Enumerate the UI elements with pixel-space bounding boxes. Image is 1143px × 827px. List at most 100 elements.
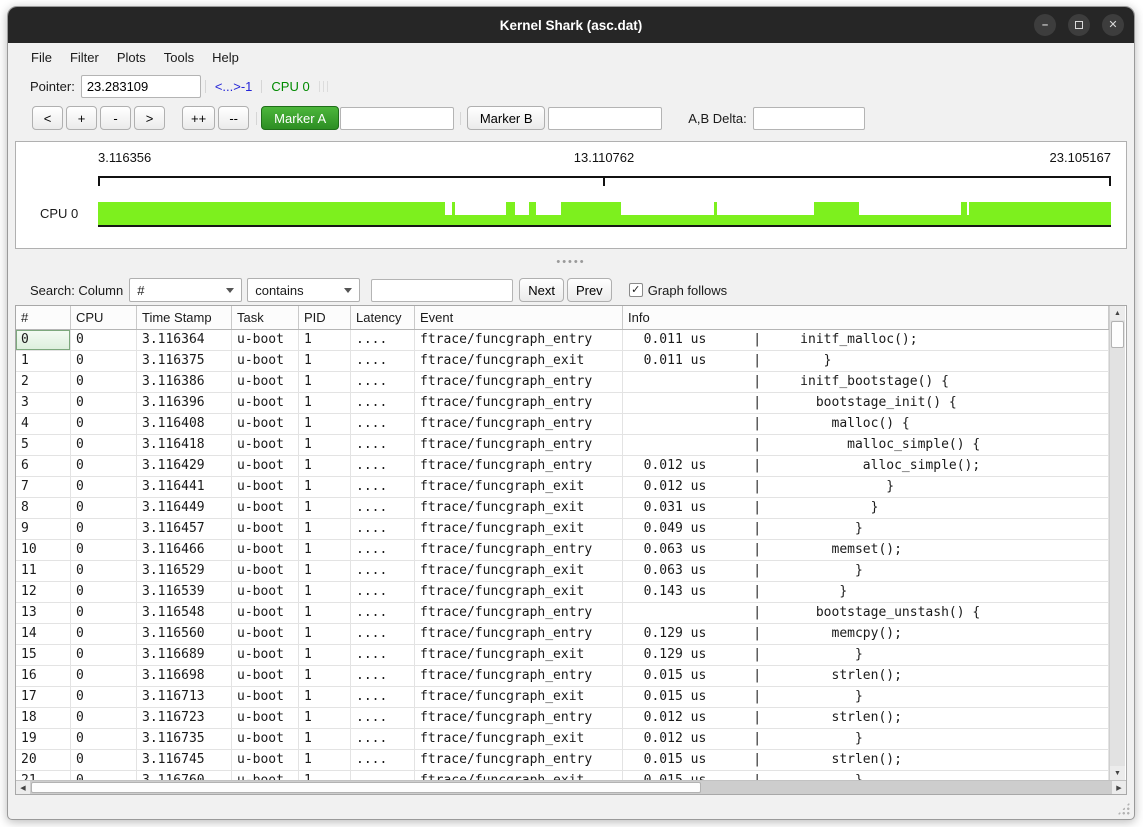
cell-event[interactable]: ftrace/funcgraph_exit	[415, 729, 623, 749]
cell-timestamp[interactable]: 3.116375	[137, 351, 232, 371]
menu-item-tools[interactable]: Tools	[155, 46, 203, 69]
cell-info[interactable]: 0.015 us | strlen();	[623, 666, 1109, 686]
cell-latency[interactable]: ....	[351, 645, 415, 665]
cell-task[interactable]: u-boot	[232, 645, 299, 665]
cell-event[interactable]: ftrace/funcgraph_entry	[415, 666, 623, 686]
cell-timestamp[interactable]: 3.116539	[137, 582, 232, 602]
maximize-button[interactable]	[1068, 14, 1090, 36]
table-row[interactable]: 1703.116713u-boot1....ftrace/funcgraph_e…	[16, 687, 1109, 708]
cell-timestamp[interactable]: 3.116386	[137, 372, 232, 392]
cell-info[interactable]: 0.063 us | }	[623, 561, 1109, 581]
cell-latency[interactable]: ....	[351, 561, 415, 581]
column-select[interactable]: #	[129, 278, 242, 302]
cell-info[interactable]: 0.012 us | alloc_simple();	[623, 456, 1109, 476]
cell-cpu[interactable]: 0	[71, 414, 137, 434]
column-header--[interactable]: #	[16, 306, 71, 329]
cell-latency[interactable]: ....	[351, 393, 415, 413]
cell-index[interactable]: 0	[16, 330, 71, 350]
cell-pid[interactable]: 1	[299, 666, 351, 686]
cell-cpu[interactable]: 0	[71, 750, 137, 770]
table-row[interactable]: 1903.116735u-boot1....ftrace/funcgraph_e…	[16, 729, 1109, 750]
cell-latency[interactable]: ....	[351, 372, 415, 392]
cell-event[interactable]: ftrace/funcgraph_entry	[415, 750, 623, 770]
cell-index[interactable]: 6	[16, 456, 71, 476]
cell-cpu[interactable]: 0	[71, 435, 137, 455]
cell-latency[interactable]: ....	[351, 687, 415, 707]
cell-event[interactable]: ftrace/funcgraph_exit	[415, 645, 623, 665]
cell-index[interactable]: 7	[16, 477, 71, 497]
cell-cpu[interactable]: 0	[71, 666, 137, 686]
cell-info[interactable]: 0.012 us | strlen();	[623, 708, 1109, 728]
cell-info[interactable]: 0.015 us | }	[623, 771, 1109, 780]
cell-cpu[interactable]: 0	[71, 645, 137, 665]
cell-latency[interactable]: ....	[351, 330, 415, 350]
table-row[interactable]: 703.116441u-boot1....ftrace/funcgraph_ex…	[16, 477, 1109, 498]
prev-button[interactable]: Prev	[567, 278, 612, 302]
shift-left-button[interactable]: <	[32, 106, 63, 130]
ab-delta-input[interactable]	[753, 107, 865, 130]
column-header-pid[interactable]: PID	[299, 306, 351, 329]
cell-info[interactable]: 0.031 us | }	[623, 498, 1109, 518]
cell-pid[interactable]: 1	[299, 624, 351, 644]
cell-task[interactable]: u-boot	[232, 351, 299, 371]
cell-timestamp[interactable]: 3.116548	[137, 603, 232, 623]
table-row[interactable]: 603.116429u-boot1....ftrace/funcgraph_en…	[16, 456, 1109, 477]
cell-timestamp[interactable]: 3.116723	[137, 708, 232, 728]
cell-event[interactable]: ftrace/funcgraph_entry	[415, 393, 623, 413]
cell-info[interactable]: | initf_bootstage() {	[623, 372, 1109, 392]
cell-cpu[interactable]: 0	[71, 561, 137, 581]
cell-pid[interactable]: 1	[299, 456, 351, 476]
cell-timestamp[interactable]: 3.116408	[137, 414, 232, 434]
column-header-info[interactable]: Info	[623, 306, 1109, 329]
cell-pid[interactable]: 1	[299, 519, 351, 539]
cell-event[interactable]: ftrace/funcgraph_exit	[415, 687, 623, 707]
zoom-in-button[interactable]: +	[66, 106, 97, 130]
table-row[interactable]: 403.116408u-boot1....ftrace/funcgraph_en…	[16, 414, 1109, 435]
cell-task[interactable]: u-boot	[232, 519, 299, 539]
cell-timestamp[interactable]: 3.116713	[137, 687, 232, 707]
cell-event[interactable]: ftrace/funcgraph_entry	[415, 330, 623, 350]
cell-task[interactable]: u-boot	[232, 372, 299, 392]
cell-task[interactable]: u-boot	[232, 540, 299, 560]
cell-task[interactable]: u-boot	[232, 624, 299, 644]
cell-task[interactable]: u-boot	[232, 750, 299, 770]
cell-event[interactable]: ftrace/funcgraph_entry	[415, 435, 623, 455]
cell-event[interactable]: ftrace/funcgraph_entry	[415, 456, 623, 476]
cell-cpu[interactable]: 0	[71, 330, 137, 350]
cell-info[interactable]: 0.015 us | strlen();	[623, 750, 1109, 770]
cell-timestamp[interactable]: 3.116396	[137, 393, 232, 413]
cell-info[interactable]: | bootstage_unstash() {	[623, 603, 1109, 623]
table-row[interactable]: 103.116375u-boot1....ftrace/funcgraph_ex…	[16, 351, 1109, 372]
table-row[interactable]: 803.116449u-boot1....ftrace/funcgraph_ex…	[16, 498, 1109, 519]
cell-task[interactable]: u-boot	[232, 393, 299, 413]
cell-pid[interactable]: 1	[299, 372, 351, 392]
cpu0-activity-graph[interactable]	[98, 202, 1111, 227]
cell-latency[interactable]: ....	[351, 771, 415, 780]
column-header-event[interactable]: Event	[415, 306, 623, 329]
cell-index[interactable]: 10	[16, 540, 71, 560]
table-row[interactable]: 2003.116745u-boot1....ftrace/funcgraph_e…	[16, 750, 1109, 771]
cell-pid[interactable]: 1	[299, 708, 351, 728]
cell-task[interactable]: u-boot	[232, 708, 299, 728]
cell-event[interactable]: ftrace/funcgraph_exit	[415, 561, 623, 581]
cell-pid[interactable]: 1	[299, 351, 351, 371]
table-row[interactable]: 1803.116723u-boot1....ftrace/funcgraph_e…	[16, 708, 1109, 729]
column-header-latency[interactable]: Latency	[351, 306, 415, 329]
vertical-scrollbar[interactable]: ▲ ▼	[1109, 306, 1125, 780]
table-row[interactable]: 1203.116539u-boot1....ftrace/funcgraph_e…	[16, 582, 1109, 603]
column-header-task[interactable]: Task	[232, 306, 299, 329]
search-input[interactable]	[371, 279, 513, 302]
cell-task[interactable]: u-boot	[232, 561, 299, 581]
cell-info[interactable]: 0.049 us | }	[623, 519, 1109, 539]
cell-index[interactable]: 17	[16, 687, 71, 707]
cell-index[interactable]: 16	[16, 666, 71, 686]
cell-info[interactable]: 0.012 us | }	[623, 729, 1109, 749]
cell-event[interactable]: ftrace/funcgraph_entry	[415, 414, 623, 434]
cell-pid[interactable]: 1	[299, 750, 351, 770]
shift-right-button[interactable]: >	[134, 106, 165, 130]
cell-pid[interactable]: 1	[299, 498, 351, 518]
marker-a-button[interactable]: Marker A	[261, 106, 339, 130]
marker-b-input[interactable]	[548, 107, 662, 130]
cell-cpu[interactable]: 0	[71, 519, 137, 539]
cell-pid[interactable]: 1	[299, 414, 351, 434]
